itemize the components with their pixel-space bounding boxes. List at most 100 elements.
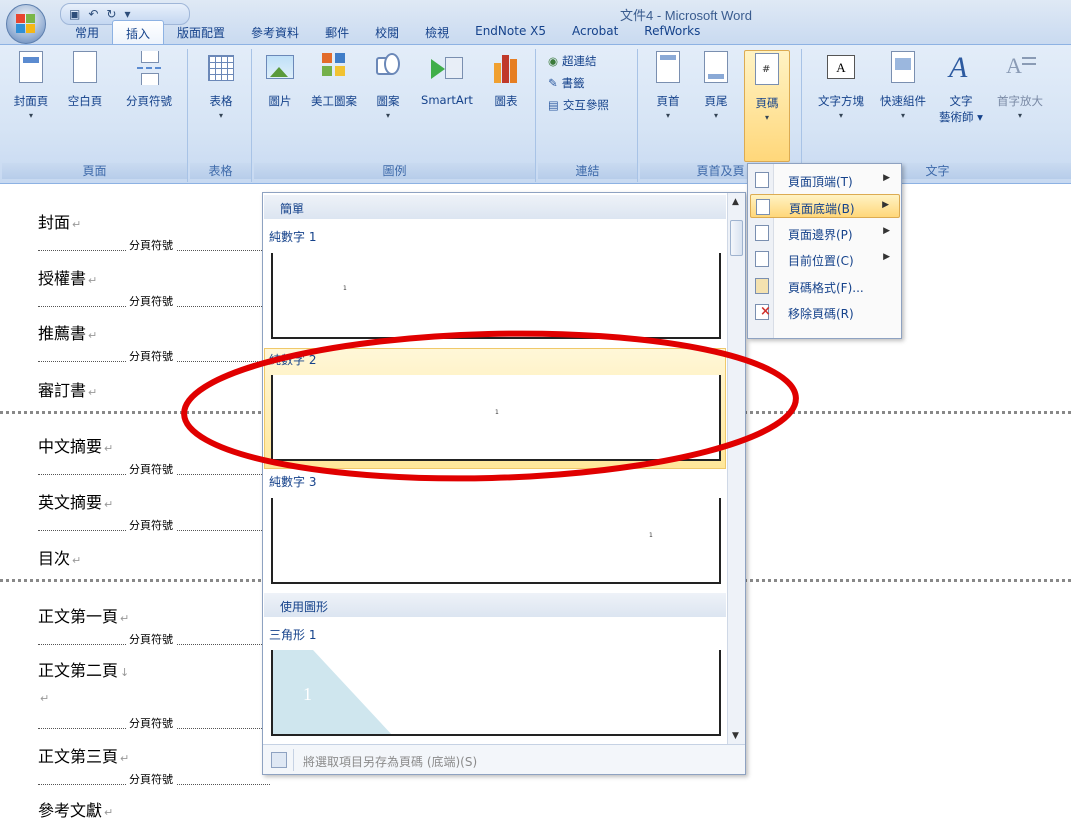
paragraph: 封面 ↵: [38, 213, 82, 232]
gallery-item-label: 純數字 3: [269, 475, 317, 489]
picture-button[interactable]: 圖片: [260, 51, 300, 109]
group-pages: 封面頁 ▾ 空白頁 分頁符號 頁面: [2, 49, 188, 182]
quick-parts-button[interactable]: 快速組件 ▾: [874, 51, 932, 120]
format-page-numbers-icon: [755, 278, 769, 294]
shapes-button[interactable]: 圖案 ▾: [370, 51, 406, 120]
paragraph: 中文摘要 ↵: [38, 437, 114, 456]
tab-review[interactable]: 校閱: [362, 20, 412, 44]
blank-page-button[interactable]: 空白頁: [60, 51, 110, 109]
scroll-thumb[interactable]: [730, 220, 743, 256]
table-button[interactable]: 表格 ▾: [196, 51, 246, 120]
blank-page-icon: [73, 51, 97, 83]
text-box-icon: A: [825, 51, 857, 87]
picture-icon: [264, 51, 296, 87]
drop-cap-button[interactable]: A 首字放大 ▾: [990, 51, 1050, 120]
page-number-gallery: 簡單 純數字 1 1 純數字 2 1 純數字 3 1 使用圖形 三角形 1 1 …: [262, 192, 746, 775]
submenu-arrow-icon: ▶: [883, 252, 890, 262]
gallery-item-plain-number-1[interactable]: 1: [271, 253, 721, 339]
undo-icon[interactable]: ↶: [88, 7, 98, 21]
gallery-scrollbar[interactable]: ▲ ▼: [727, 193, 745, 745]
empty-paragraph: ↵: [40, 692, 50, 705]
tab-home[interactable]: 常用: [62, 20, 112, 44]
text-box-button[interactable]: A 文字方塊 ▾: [810, 51, 872, 120]
menu-item-top-of-page[interactable]: 頁面頂端(T) ▶: [750, 168, 900, 192]
customize-icon[interactable]: ▾: [124, 7, 130, 21]
scroll-down-icon[interactable]: ▼: [732, 731, 739, 741]
group-label-tables: 表格: [190, 163, 251, 179]
chart-icon: [490, 51, 522, 87]
tab-page-layout[interactable]: 版面配置: [164, 20, 238, 44]
quick-parts-icon: [891, 51, 915, 83]
header-icon: [656, 51, 680, 83]
tab-mailings[interactable]: 郵件: [312, 20, 362, 44]
group-illustrations: 圖片 美工圖案 圖案 ▾ SmartArt 圖表 圖例: [254, 49, 536, 182]
header-button[interactable]: 頁首 ▾: [648, 51, 688, 120]
gallery-item-plain-number-3[interactable]: 1: [271, 498, 721, 584]
cover-page-button[interactable]: 封面頁 ▾: [4, 51, 58, 120]
submenu-arrow-icon: ▶: [883, 226, 890, 236]
page-break-button[interactable]: 分頁符號: [116, 51, 182, 109]
paragraph: 推薦書 ↵: [38, 324, 98, 343]
tab-refworks[interactable]: RefWorks: [631, 20, 713, 44]
gallery-item-plain-number-2[interactable]: 1: [271, 375, 721, 461]
paragraph: 審訂書 ↵: [38, 381, 98, 400]
page-break: 分頁符號: [38, 461, 270, 477]
menu-item-remove-page-numbers[interactable]: × 移除頁碼(R): [750, 300, 900, 324]
save-icon[interactable]: ▣: [69, 7, 80, 21]
tab-insert[interactable]: 插入: [112, 20, 165, 44]
menu-item-bottom-of-page[interactable]: 頁面底端(B) ▶: [750, 194, 900, 218]
bookmark-icon: ✎: [548, 76, 558, 90]
group-links: ◉ 超連結 ✎ 書籤 ▤ 交互參照 連結: [538, 49, 638, 182]
paragraph: 正文第二頁 ↓: [38, 661, 130, 680]
cross-reference-icon: ▤: [548, 98, 559, 112]
smartart-button[interactable]: SmartArt: [414, 51, 480, 107]
page-break: 分頁符號: [38, 293, 270, 309]
wordart-button[interactable]: A 文字 藝術師 ▾: [936, 51, 986, 125]
top-of-page-icon: [755, 172, 769, 188]
page-margins-icon: [755, 225, 769, 241]
gallery-item-label: 純數字 2: [269, 353, 317, 367]
scroll-up-icon[interactable]: ▲: [732, 197, 739, 207]
page-number-button[interactable]: # 頁碼 ▾: [744, 50, 790, 162]
bottom-of-page-icon: [756, 199, 770, 215]
paragraph: 目次 ↵: [38, 549, 82, 568]
table-icon: [205, 51, 237, 87]
footer-button[interactable]: 頁尾 ▾: [696, 51, 736, 120]
gallery-item-triangle-1[interactable]: 1: [271, 650, 721, 736]
redo-icon[interactable]: ↻: [106, 7, 116, 21]
tab-references[interactable]: 參考資料: [238, 20, 312, 44]
clip-art-button[interactable]: 美工圖案: [304, 51, 364, 109]
group-label-illustrations: 圖例: [254, 163, 535, 179]
current-position-icon: [755, 251, 769, 267]
page-number-icon: #: [755, 53, 779, 85]
wordart-icon: A: [949, 51, 968, 84]
hyperlink-button[interactable]: ◉ 超連結: [548, 53, 597, 69]
paragraph: 正文第一頁 ↵: [38, 607, 130, 626]
tab-view[interactable]: 檢視: [412, 20, 462, 44]
bookmark-button[interactable]: ✎ 書籤: [548, 75, 585, 91]
gallery-item-label: 三角形 1: [269, 628, 317, 642]
ribbon-tabs: 常用 插入 版面配置 參考資料 郵件 校閱 檢視 EndNote X5 Acro…: [62, 20, 713, 44]
cross-reference-button[interactable]: ▤ 交互參照: [548, 97, 609, 113]
gallery-item-label: 純數字 1: [269, 230, 317, 244]
save-selection-button[interactable]: 將選取項目另存為頁碼 (底端)(S): [303, 753, 477, 770]
gallery-category-simple: 簡單: [264, 195, 726, 219]
gallery-category-shapes: 使用圖形: [264, 593, 726, 617]
chart-button[interactable]: 圖表: [486, 51, 526, 109]
menu-item-format-page-numbers[interactable]: 頁碼格式(F)...: [750, 274, 900, 298]
tab-endnote[interactable]: EndNote X5: [462, 20, 559, 44]
page-break-icon: [133, 51, 165, 87]
clip-art-icon: [318, 51, 350, 87]
remove-page-numbers-icon: ×: [755, 304, 771, 320]
page-break: 分頁符號: [38, 348, 270, 364]
paragraph: 參考文獻 ↵: [38, 801, 114, 820]
menu-item-current-position[interactable]: 目前位置(C) ▶: [750, 247, 900, 271]
menu-item-page-margins[interactable]: 頁面邊界(P) ▶: [750, 221, 900, 245]
save-selection-footer: 將選取項目另存為頁碼 (底端)(S): [263, 744, 745, 774]
group-label-links: 連結: [538, 163, 637, 179]
paragraph: 正文第三頁 ↵: [38, 747, 130, 766]
tab-acrobat[interactable]: Acrobat: [559, 20, 631, 44]
save-to-gallery-icon: [271, 752, 287, 768]
hyperlink-icon: ◉: [548, 54, 559, 68]
office-button[interactable]: [6, 4, 46, 44]
